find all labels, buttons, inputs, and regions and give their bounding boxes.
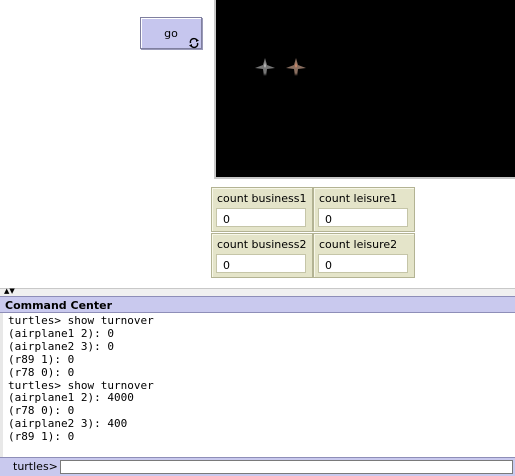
forever-loop-icon [188, 34, 200, 49]
split-arrows-icon[interactable]: ▲▼ [4, 288, 15, 295]
world-view[interactable] [214, 0, 515, 179]
monitor-label: count leisure2 [319, 238, 398, 251]
command-input[interactable] [60, 460, 513, 474]
monitor-count-leisure2: count leisure2 0 [313, 233, 415, 278]
monitor-count-business2: count business2 0 [211, 233, 313, 278]
monitor-count-leisure1: count leisure1 0 [313, 187, 415, 232]
monitor-count-business1: count business1 0 [211, 187, 313, 232]
command-center-header: Command Center [0, 296, 515, 313]
command-center-title: Command Center [5, 299, 113, 312]
split-pane-divider[interactable] [0, 288, 515, 296]
agent-selector[interactable]: turtles> [13, 460, 58, 473]
command-input-bar: turtles> [0, 457, 515, 476]
airplane-icon [254, 56, 276, 82]
output-text: turtles> show turnover (airplane1 2): 0 … [8, 314, 154, 444]
command-center-output[interactable]: turtles> show turnover (airplane1 2): 0 … [0, 313, 515, 457]
monitor-value: 0 [318, 254, 408, 273]
monitor-value: 0 [216, 254, 306, 273]
airplane-icon [285, 56, 307, 82]
monitor-value: 0 [216, 208, 306, 227]
monitor-label: count leisure1 [319, 192, 398, 205]
monitor-label: count business2 [217, 238, 307, 251]
interface-panel: go count business1 0 count leisure1 0 co… [0, 0, 515, 288]
go-button[interactable]: go [140, 17, 202, 49]
monitor-value: 0 [318, 208, 408, 227]
monitor-label: count business1 [217, 192, 307, 205]
